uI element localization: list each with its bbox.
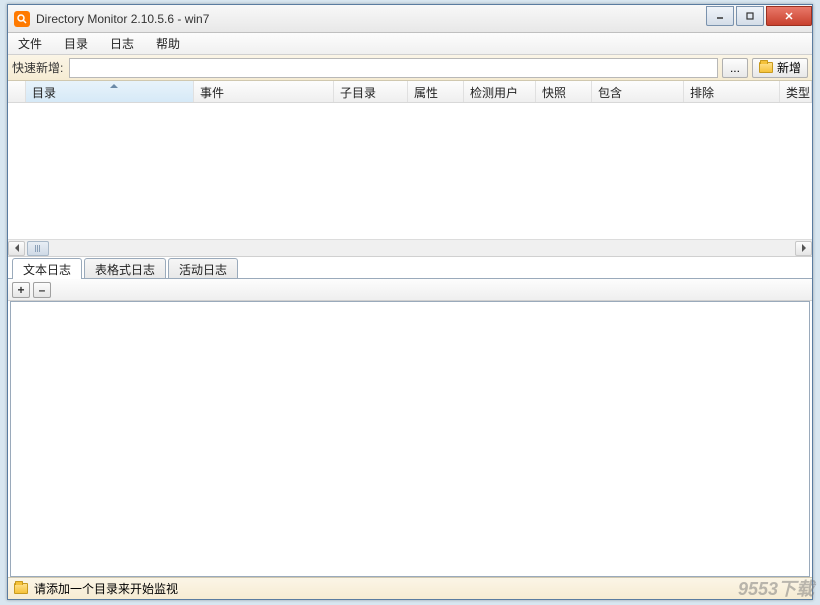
maximize-button[interactable] (736, 6, 764, 26)
column-attribute[interactable]: 属性 (408, 81, 464, 102)
menu-file[interactable]: 文件 (14, 33, 46, 54)
directory-table: 目录 事件 子目录 属性 检测用户 快照 包含 排除 类型 (8, 81, 812, 257)
log-tabs: 文本日志 表格式日志 活动日志 (8, 257, 812, 279)
column-type[interactable]: 类型 (780, 81, 812, 102)
menu-bar: 文件 目录 日志 帮助 (8, 33, 812, 55)
horizontal-scrollbar (8, 239, 812, 256)
log-toolbar: + – (8, 279, 812, 301)
column-directory[interactable]: 目录 (26, 81, 194, 102)
tab-text-log[interactable]: 文本日志 (12, 258, 82, 279)
scroll-left-button[interactable] (8, 241, 25, 256)
title-bar: Directory Monitor 2.10.5.6 - win7 (8, 5, 812, 33)
scroll-right-button[interactable] (795, 241, 812, 256)
folder-icon (759, 62, 773, 73)
add-button[interactable]: 新增 (752, 58, 808, 78)
column-include[interactable]: 包含 (592, 81, 684, 102)
scroll-track[interactable] (25, 241, 795, 256)
menu-directory[interactable]: 目录 (60, 33, 92, 54)
app-icon (14, 11, 30, 27)
column-detect-user[interactable]: 检测用户 (464, 81, 536, 102)
tab-table-log[interactable]: 表格式日志 (84, 258, 166, 278)
collapse-button[interactable]: – (33, 282, 51, 298)
minimize-button[interactable] (706, 6, 734, 26)
add-button-label: 新增 (777, 59, 801, 76)
status-message: 请添加一个目录来开始监视 (34, 580, 178, 597)
folder-icon (14, 583, 28, 594)
tab-activity-log[interactable]: 活动日志 (168, 258, 238, 278)
close-button[interactable] (766, 6, 812, 26)
browse-button[interactable]: ... (722, 58, 748, 78)
app-window: Directory Monitor 2.10.5.6 - win7 文件 目录 … (7, 4, 813, 600)
column-exclude[interactable]: 排除 (684, 81, 780, 102)
quick-add-label: 快速新增: (12, 59, 63, 76)
row-selector-column[interactable] (8, 81, 26, 102)
column-event[interactable]: 事件 (194, 81, 334, 102)
column-snapshot[interactable]: 快照 (536, 81, 592, 102)
quick-add-bar: 快速新增: ... 新增 (8, 55, 812, 81)
quick-add-input[interactable] (69, 58, 718, 78)
menu-log[interactable]: 日志 (106, 33, 138, 54)
window-title: Directory Monitor 2.10.5.6 - win7 (36, 12, 704, 26)
expand-button[interactable]: + (12, 282, 30, 298)
column-subdir[interactable]: 子目录 (334, 81, 408, 102)
status-bar: 请添加一个目录来开始监视 (8, 577, 812, 599)
log-body[interactable] (10, 301, 810, 577)
window-controls (704, 6, 812, 26)
menu-help[interactable]: 帮助 (152, 33, 184, 54)
table-body[interactable] (8, 103, 812, 239)
ellipsis-icon: ... (730, 61, 740, 75)
table-header: 目录 事件 子目录 属性 检测用户 快照 包含 排除 类型 (8, 81, 812, 103)
scroll-thumb[interactable] (27, 241, 49, 256)
